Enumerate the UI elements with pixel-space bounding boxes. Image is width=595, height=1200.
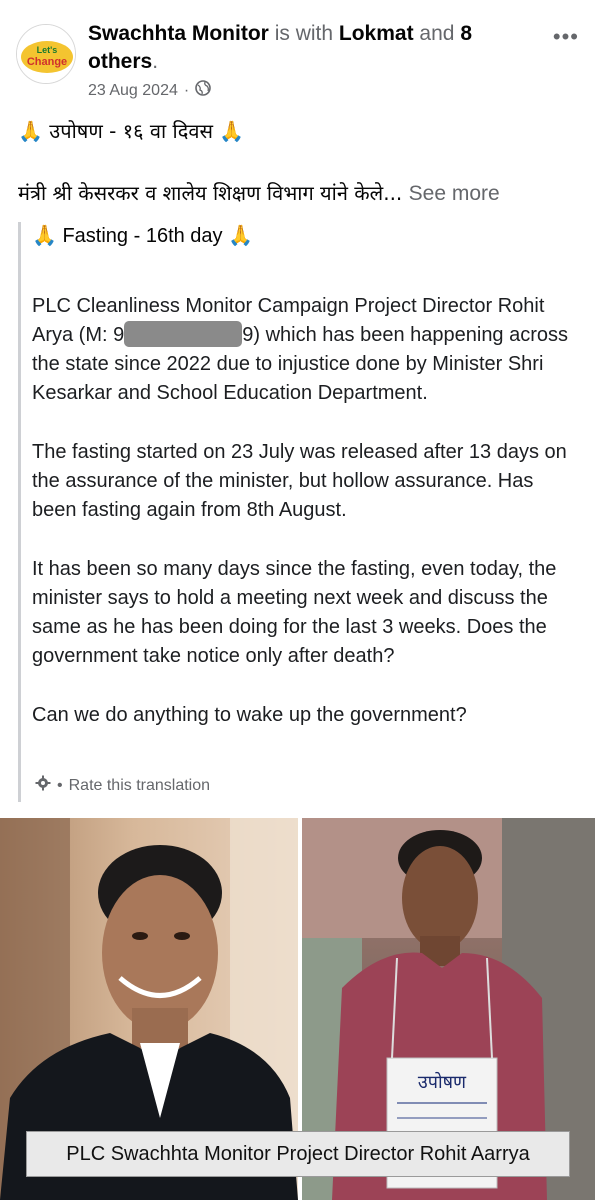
with-text: is with [274, 22, 334, 45]
svg-text:Change: Change [27, 56, 67, 68]
rate-translation[interactable]: • Rate this translation [35, 775, 210, 796]
see-more-link[interactable]: See more [409, 182, 500, 205]
globe-icon [195, 80, 212, 101]
preview-text: मंत्री श्री केसरकर व शालेय शिक्षण विभाग … [18, 181, 403, 205]
author-name[interactable]: Swachhta Monitor [88, 22, 269, 45]
author-line: Swachhta Monitor is with Lokmat and 8 ot… [88, 22, 472, 73]
post-date[interactable]: 23 Aug 2024 [88, 82, 178, 100]
post-header: Let's Change Swachhta Monitor is with Lo… [0, 0, 595, 110]
post-title: 🙏 उपोषण - १६ वा दिवस 🙏 [18, 119, 245, 143]
tagged-name[interactable]: Lokmat [339, 22, 414, 45]
translation-paragraph-1: PLC Cleanliness Monitor Campaign Project… [32, 295, 569, 404]
translation-paragraph-4: Can we do anything to wake up the govern… [32, 704, 467, 726]
more-options-icon[interactable]: ••• [553, 24, 579, 50]
translation-paragraph-2: The fasting started on 23 July was relea… [32, 441, 567, 521]
rate-translation-label[interactable]: Rate this translation [69, 777, 210, 795]
translation-heading: 🙏 Fasting - 16th day 🙏 [32, 225, 254, 247]
redacted-number [124, 321, 243, 347]
translation-block: 🙏 Fasting - 16th day 🙏 PLC Cleanliness M… [18, 222, 578, 802]
post-preview: मंत्री श्री केसरकर व शालेय शिक्षण विभाग … [18, 180, 500, 207]
logo-text: Let's [37, 45, 58, 55]
page-avatar[interactable]: Let's Change [16, 24, 76, 84]
and-text: and [419, 22, 455, 45]
meta-separator: · [183, 81, 190, 99]
sign-text: उपोषण [418, 1071, 467, 1093]
post-meta: 23 Aug 2024 · [88, 80, 212, 101]
rate-separator: • [57, 776, 63, 794]
translation-paragraph-3: It has been so many days since the fasti… [32, 558, 557, 667]
gear-icon [35, 775, 51, 796]
photo-caption: PLC Swachhta Monitor Project Director Ro… [26, 1131, 570, 1177]
